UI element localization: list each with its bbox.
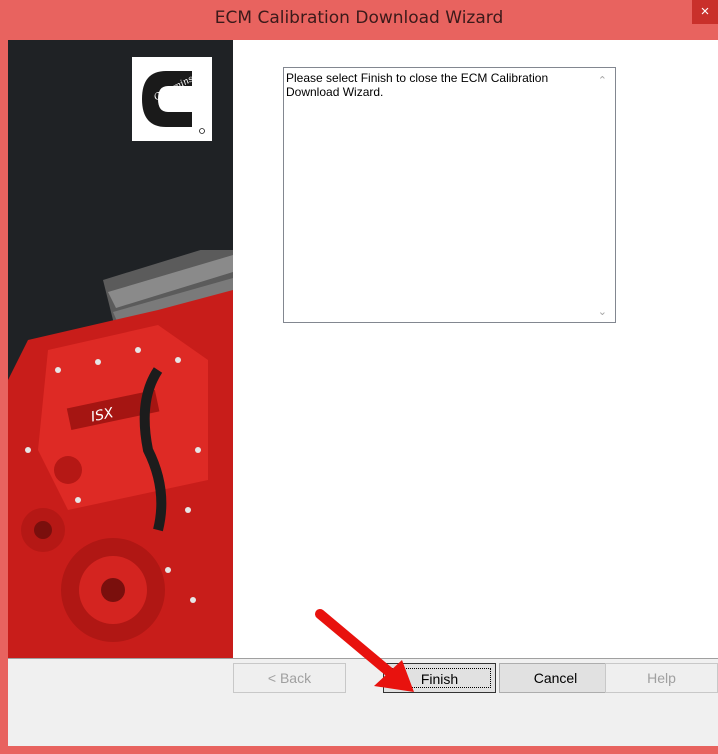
window-title: ECM Calibration Download Wizard xyxy=(214,8,504,28)
help-button[interactable]: Help xyxy=(605,663,718,693)
cummins-logo: Cummins xyxy=(132,57,212,141)
scroll-down-icon[interactable]: ⌄ xyxy=(598,305,607,318)
cancel-button[interactable]: Cancel xyxy=(499,663,612,693)
wizard-window: ECM Calibration Download Wizard × Cummin… xyxy=(0,0,718,754)
wizard-banner-image: Cummins ISX xyxy=(8,40,233,658)
engine-image: ISX xyxy=(8,250,233,658)
completion-message: Please select Finish to close the ECM Ca… xyxy=(286,71,549,99)
title-bar[interactable]: ECM Calibration Download Wizard × xyxy=(0,0,718,40)
red-arrow-icon xyxy=(315,609,414,692)
scroll-up-icon[interactable]: ⌃ xyxy=(598,74,607,87)
message-textbox[interactable]: Please select Finish to close the ECM Ca… xyxy=(283,67,616,323)
close-button[interactable]: × xyxy=(692,0,718,24)
